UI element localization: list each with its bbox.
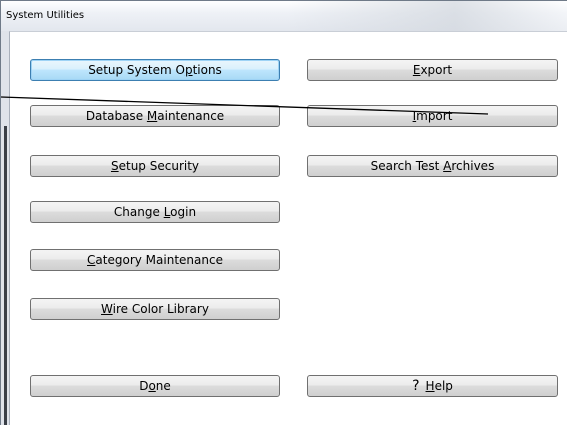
button-label-part: Search Test (370, 159, 444, 173)
wire-color-library-button[interactable]: Wire Color Library (30, 298, 280, 320)
title-bar-sheen (287, 1, 567, 31)
button-label-part: ategory Maintenance (95, 253, 223, 267)
button-label-part: elp (434, 379, 453, 393)
button-label-part: rchives (451, 159, 495, 173)
button-label-part: xport (420, 63, 453, 77)
setup-system-options-button[interactable]: Setup System Options (30, 59, 280, 81)
button-label-part: Change (113, 205, 164, 219)
button-label-part: ne (155, 379, 171, 393)
database-maintenance-button[interactable]: Database Maintenance (30, 105, 280, 127)
button-label-part: mport (416, 109, 453, 123)
change-login-button[interactable]: Change Login (30, 201, 280, 223)
mnemonic-char: M (146, 109, 158, 123)
button-label-part: Setup System O (88, 63, 185, 77)
button-label-part: ogin (170, 205, 197, 219)
button-label-part: ire Color Library (112, 302, 209, 316)
button-label-part: aintenance (157, 109, 225, 123)
button-label-part: tions (192, 63, 222, 77)
done-button[interactable]: Done (30, 375, 280, 397)
window-title: System Utilities (6, 10, 85, 21)
button-label-part: Database (85, 109, 147, 123)
export-button[interactable]: Export (307, 59, 558, 81)
frame-edge (4, 126, 7, 425)
help-question-icon: ? (412, 378, 420, 394)
mnemonic-char: H (425, 379, 435, 393)
mnemonic-char: W (101, 302, 113, 316)
title-bar[interactable]: System Utilities (1, 1, 567, 31)
system-utilities-window: System Utilities Setup System Options Da… (0, 0, 567, 425)
dialog-client-area (9, 31, 567, 425)
mnemonic-char: o (148, 379, 156, 393)
mnemonic-char: S (110, 159, 119, 173)
search-test-archives-button[interactable]: Search Test Archives (307, 155, 558, 177)
help-button[interactable]: ? Help (307, 375, 558, 397)
import-button[interactable]: Import (307, 105, 558, 127)
left-frame-strip (1, 31, 9, 425)
setup-security-button[interactable]: Setup Security (30, 155, 280, 177)
mnemonic-char: p (184, 63, 193, 77)
button-label-part: etup Security (118, 159, 200, 173)
category-maintenance-button[interactable]: Category Maintenance (30, 249, 280, 271)
